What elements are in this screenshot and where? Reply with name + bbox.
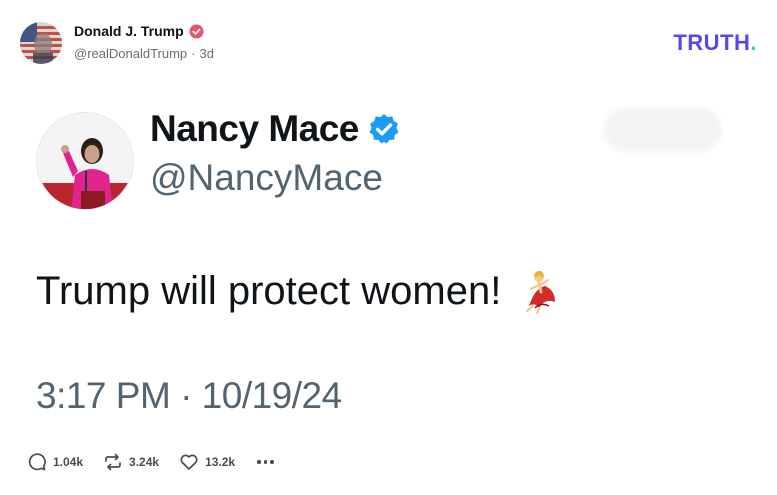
like-count: 13.2k [205, 455, 236, 469]
author-handle[interactable]: @realDonaldTrump [74, 46, 187, 61]
tweet-text: Trump will protect women! [36, 268, 502, 313]
ellipsis-dot [270, 460, 274, 464]
blue-verified-icon [369, 114, 399, 144]
tweet-timestamp: 3:17 PM · 10/19/24 [36, 375, 342, 416]
dancer-emoji-icon [526, 270, 556, 314]
author-name-row: Donald J. Trump [74, 23, 204, 39]
post-age[interactable]: 3d [200, 46, 214, 61]
retruth-count: 3.24k [129, 455, 160, 469]
author-meta: @realDonaldTrump · 3d [74, 46, 214, 61]
truth-logo-text: TRUTH [673, 30, 751, 55]
reply-button[interactable]: 1.04k [27, 452, 83, 472]
reply-count: 1.04k [53, 455, 84, 469]
author-avatar[interactable] [20, 22, 62, 64]
heart-icon [180, 454, 198, 470]
tweet-author-handle: @NancyMace [150, 157, 383, 198]
author-name[interactable]: Donald J. Trump [74, 23, 184, 39]
tweet-text-row: Trump will protect women! [36, 268, 561, 314]
reply-bubble-icon [28, 453, 46, 471]
tweet-avatar [36, 112, 134, 210]
speaker-at-podium-portrait-icon [37, 113, 133, 209]
meta-separator: · [191, 46, 196, 61]
tweet-author-name: Nancy Mace [150, 108, 359, 149]
post-header: Donald J. Trump @realDonaldTrump · 3d TR… [0, 0, 777, 80]
american-flag-portrait-icon [20, 22, 62, 64]
tweet-name-row: Nancy Mace [150, 108, 401, 150]
verified-badge-icon [189, 23, 204, 39]
retruth-button[interactable]: 3.24k [103, 452, 159, 472]
like-button[interactable]: 13.2k [179, 452, 235, 472]
blurred-follow-button [604, 108, 722, 152]
more-options-button[interactable] [255, 456, 276, 468]
ellipsis-dot [257, 460, 261, 464]
ellipsis-dot [263, 460, 268, 464]
truth-logo-dot: . [750, 30, 757, 55]
retruth-arrows-icon [105, 453, 121, 471]
truth-logo[interactable]: TRUTH. [673, 30, 757, 56]
post-action-bar: 1.04k 3.24k 13.2k [27, 452, 276, 472]
